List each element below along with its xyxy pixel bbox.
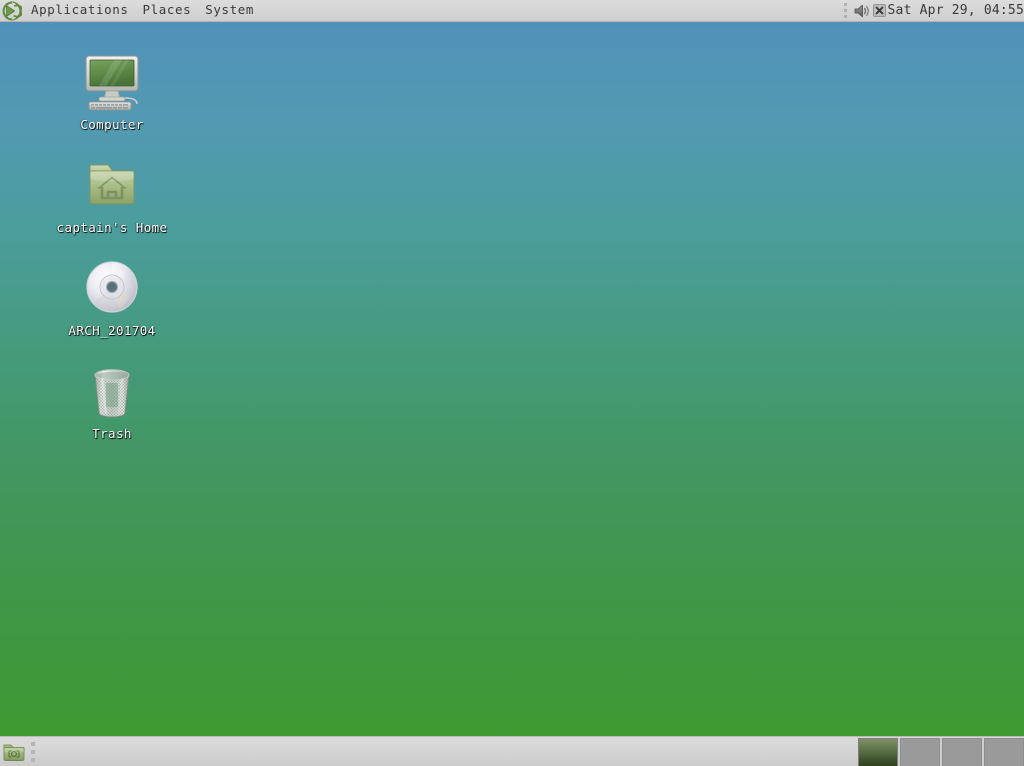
menu-places-label: Places <box>142 2 192 17</box>
top-panel: Applications Places System Sat Apr 29, 0… <box>0 0 1024 22</box>
workspace-4[interactable] <box>984 738 1024 766</box>
desktop-icon-label: Computer <box>80 117 144 132</box>
panel-drag-handle-icon[interactable] <box>28 738 38 766</box>
panel-menubar: Applications Places System <box>24 0 261 21</box>
desktop-background[interactable]: Computer captain's Home ARCH_201704 Tras… <box>0 22 1024 736</box>
desktop-icon-home[interactable]: captain's Home <box>48 153 176 235</box>
panel-clock[interactable]: Sat Apr 29, 04:55 <box>887 3 1024 19</box>
desktop-icon-label: captain's Home <box>56 220 168 235</box>
file-manager-folder-icon[interactable] <box>0 738 28 766</box>
workspace-1[interactable] <box>858 738 898 766</box>
workspace-3[interactable] <box>942 738 982 766</box>
computer-monitor-icon <box>80 50 144 114</box>
trash-bin-icon <box>80 359 144 423</box>
home-folder-icon <box>80 153 144 217</box>
desktop-screen: Computer captain's Home ARCH_201704 Tras… <box>0 0 1024 766</box>
menu-system-label: System <box>205 2 255 17</box>
distro-logo-icon[interactable] <box>0 0 24 21</box>
workspace-switcher <box>858 738 1024 766</box>
desktop-icon-computer[interactable]: Computer <box>48 50 176 132</box>
desktop-icon-trash[interactable]: Trash <box>48 359 176 441</box>
panel-drag-handle-icon[interactable] <box>842 0 850 21</box>
volume-speaker-icon[interactable] <box>852 0 872 21</box>
optical-disc-icon <box>80 256 144 320</box>
workspace-2[interactable] <box>900 738 940 766</box>
desktop-icon-label: ARCH_201704 <box>68 323 156 338</box>
bottom-panel <box>0 736 1024 766</box>
menu-system[interactable]: System <box>198 0 261 21</box>
menu-applications-label: Applications <box>31 2 129 17</box>
menu-applications[interactable]: Applications <box>24 0 136 21</box>
system-tray: Sat Apr 29, 04:55 <box>842 0 1024 21</box>
desktop-icon-label: Trash <box>92 426 132 441</box>
desktop-icon-arch-disc[interactable]: ARCH_201704 <box>48 256 176 338</box>
menu-places[interactable]: Places <box>136 0 199 21</box>
muted-indicator-icon[interactable] <box>872 0 887 21</box>
